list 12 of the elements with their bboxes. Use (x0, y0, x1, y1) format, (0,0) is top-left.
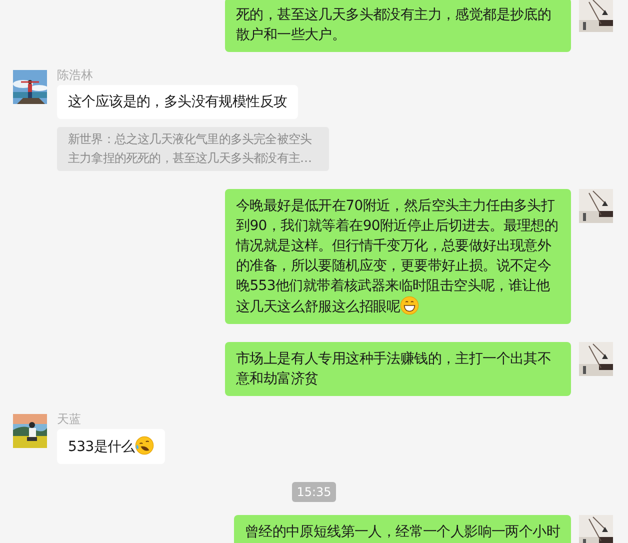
quoted-message: 新世界：总之这几天液化气里的多头完全被空头主力拿捏的死死的，甚至这几天多头都没有主… (57, 127, 329, 171)
message-bubble: 市场上是有人专用这种手法赚钱的，主打一个出其不意和劫富济贫 (225, 342, 571, 396)
message-bubble: 这个应该是的，多头没有规模性反攻 (57, 85, 298, 119)
sender-name: 陈浩林 (57, 68, 93, 82)
message-bubble: 533是什么 (57, 429, 165, 464)
laughing-tears-emoji-icon (134, 436, 154, 455)
timestamp: 15:35 (292, 482, 336, 502)
grinning-emoji-icon (400, 296, 420, 315)
message-bubble: 曾经的中原短线第一人，经常一个人影响一两个小时 (234, 515, 571, 543)
message-bubble: 今晚最好是低开在70附近，然后空头主力任由多头打到90，我们就等着在90附近停止后切进去。最理想的情况就是这样。但行情千变万化，总要做好出现意外的准备，所以要随机应变，更要带好止损。说不定今晚553他们就带着核武器来临时阻击空头呢，谁让他这几天这么舒服这么招眼呢 (225, 189, 571, 324)
sender-name: 天蓝 (57, 412, 81, 426)
message-bubble: 死的，甚至这几天多头都没有主力，感觉都是抄底的散户和一些大户。 (225, 0, 571, 52)
